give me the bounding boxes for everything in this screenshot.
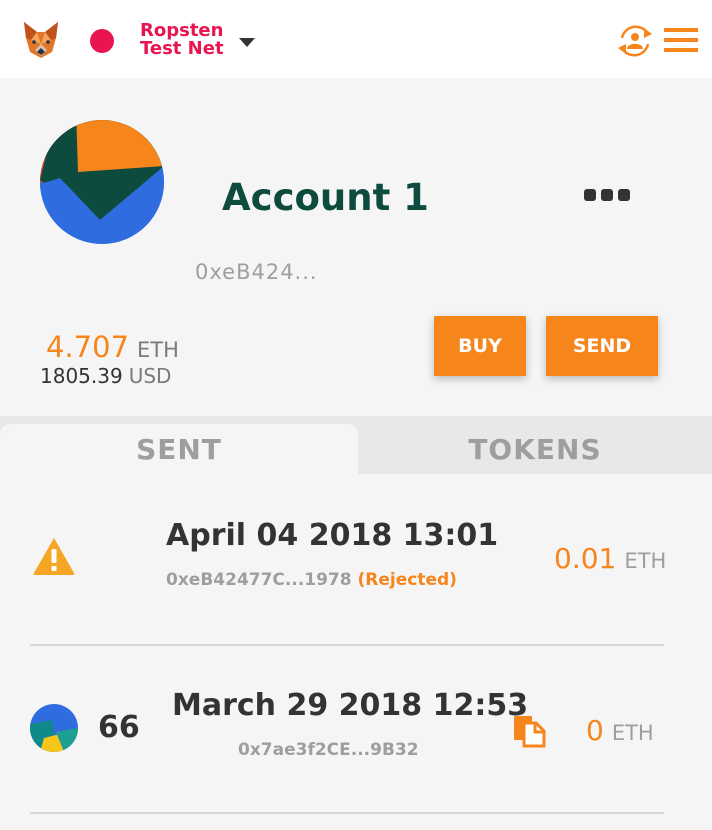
metamask-fox-icon[interactable] [22,20,60,60]
tab-tokens[interactable]: TOKENS [358,424,712,474]
chevron-down-icon[interactable] [238,36,256,48]
transaction-unit: ETH [611,721,654,745]
usd-balance-value: 1805.39 [40,364,123,388]
eth-balance-value: 4.707 [46,330,130,364]
transaction-row[interactable]: April 04 2018 13:01 0xeB42477C...1978 (R… [0,476,712,646]
account-name[interactable]: Account 1 [222,176,482,220]
transaction-nonce: 66 [98,710,140,745]
account-section: Account 1 0xeB424... 4.707 ETH 1805.39 USD… [0,78,712,416]
transaction-amount-value: 0.01 [554,542,617,575]
eth-unit: ETH [137,338,179,362]
transaction-status: (Rejected) [357,570,457,590]
transaction-address: 0x7ae3f2CE...9B32 [238,740,419,760]
transaction-date: April 04 2018 13:01 [166,518,499,553]
tab-bar: SENT TOKENS [0,416,712,474]
account-switch-icon[interactable] [614,22,656,60]
network-selector[interactable]: Ropsten Test Net [140,22,240,58]
transaction-address-text: 0xeB42477C...1978 [166,570,352,590]
eth-balance: 4.707 ETH [46,330,179,367]
copy-icon[interactable] [512,714,546,748]
top-bar: Ropsten Test Net [0,0,712,78]
transaction-row[interactable]: 66 March 29 2018 12:53 0x7ae3f2CE...9B32… [0,646,712,814]
account-address[interactable]: 0xeB424... [195,260,318,284]
transaction-date: March 29 2018 12:53 [172,688,529,723]
warning-icon [33,538,75,575]
network-name-line2: Test Net [140,38,224,59]
hamburger-menu-icon[interactable] [664,26,698,54]
usd-unit: USD [128,364,172,388]
transaction-identicon [30,704,78,752]
transaction-amount: 0 ETH [586,714,654,747]
buy-button[interactable]: BUY [434,316,526,376]
transaction-amount: 0.01 ETH [554,542,666,575]
account-identicon[interactable] [40,120,164,244]
account-options-icon[interactable] [582,186,632,204]
network-dot[interactable] [90,29,114,53]
transaction-address: 0xeB42477C...1978 (Rejected) [166,570,457,590]
usd-balance: 1805.39 USD [40,364,171,388]
transaction-unit: ETH [624,549,667,573]
row-divider [30,812,664,814]
send-button[interactable]: SEND [546,316,658,376]
tab-sent[interactable]: SENT [0,424,358,474]
transaction-amount-value: 0 [586,714,604,747]
